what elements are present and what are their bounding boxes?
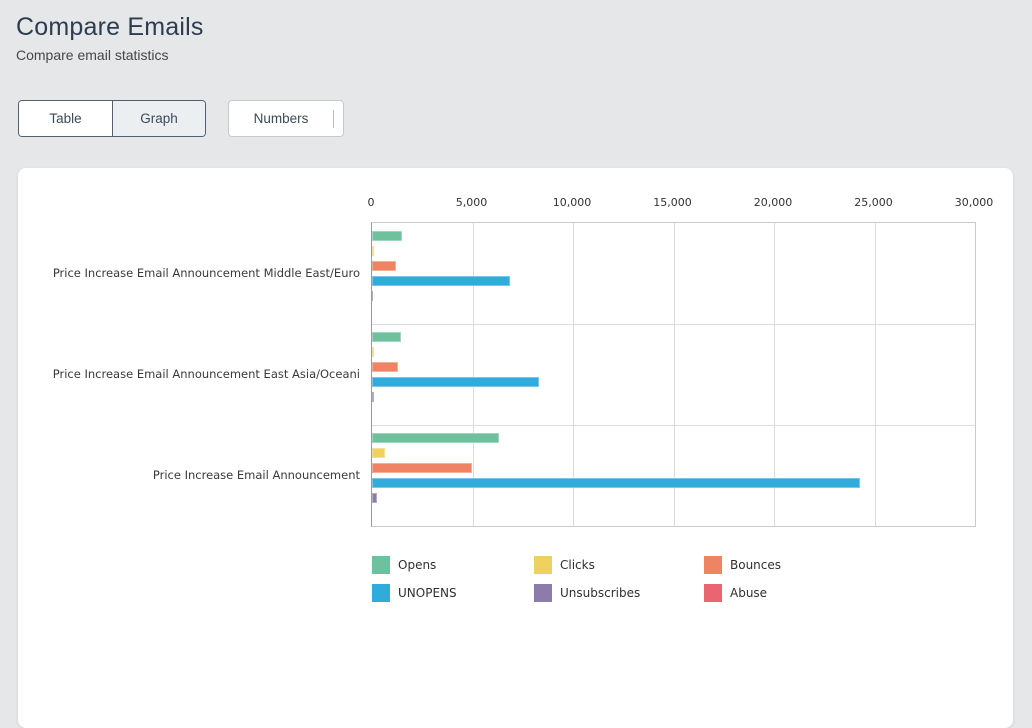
legend-swatch-icon [372, 556, 390, 574]
bar-unopens[interactable] [372, 478, 860, 488]
x-axis-tick-label: 25,000 [854, 196, 893, 209]
bar-bounces[interactable] [372, 362, 398, 372]
table-button[interactable]: Table [19, 101, 112, 136]
bar-chart-plot-area [371, 222, 976, 527]
legend-item-unopens[interactable]: UNOPENS [372, 584, 534, 602]
bar-bounces[interactable] [372, 261, 396, 271]
legend-label: Clicks [560, 558, 595, 572]
legend-swatch-icon [372, 584, 390, 602]
x-axis-tick-label: 0 [368, 196, 375, 209]
legend-item-opens[interactable]: Opens [372, 556, 534, 574]
legend-label: Abuse [730, 586, 767, 600]
numbers-button[interactable]: Numbers [228, 100, 344, 137]
bar-unopens[interactable] [372, 276, 510, 286]
bar-unsubscribes[interactable] [372, 392, 374, 402]
legend-item-abuse[interactable]: Abuse [704, 584, 884, 602]
x-axis-tick-label: 15,000 [653, 196, 692, 209]
bar-opens[interactable] [372, 433, 499, 443]
bar-unopens[interactable] [372, 377, 539, 387]
bar-opens[interactable] [372, 231, 402, 241]
legend-label: Bounces [730, 558, 781, 572]
category-label: Price Increase Email Announcement Middle… [18, 266, 360, 280]
bar-clicks[interactable] [372, 347, 374, 357]
legend-swatch-icon [534, 556, 552, 574]
legend-swatch-icon [534, 584, 552, 602]
bar-bounces[interactable] [372, 463, 472, 473]
page-subtitle: Compare email statistics [16, 47, 169, 63]
bar-clicks[interactable] [372, 246, 374, 256]
category-label: Price Increase Email Announcement [18, 468, 360, 482]
legend-item-bounces[interactable]: Bounces [704, 556, 884, 574]
legend-swatch-icon [704, 556, 722, 574]
gridline-vertical [875, 223, 876, 526]
bar-opens[interactable] [372, 332, 401, 342]
gridline-horizontal [372, 425, 975, 426]
legend-item-unsubscribes[interactable]: Unsubscribes [534, 584, 704, 602]
graph-button[interactable]: Graph [112, 101, 205, 136]
bar-clicks[interactable] [372, 448, 385, 458]
legend-label: UNOPENS [398, 586, 457, 600]
x-axis-tick-label: 5,000 [456, 196, 488, 209]
bar-unsubscribes[interactable] [372, 493, 377, 503]
page-title: Compare Emails [16, 13, 204, 42]
chart-legend: Opens Clicks Bounces UNOPENS Unsubscribes Abu… [372, 556, 884, 602]
numbers-button-label: Numbers [229, 111, 333, 126]
table-graph-toggle: Table Graph [18, 100, 206, 137]
legend-label: Unsubscribes [560, 586, 640, 600]
x-axis-tick-label: 10,000 [553, 196, 592, 209]
legend-label: Opens [398, 558, 436, 572]
legend-item-clicks[interactable]: Clicks [534, 556, 704, 574]
chart-card: 0 5,000 10,000 15,000 20,000 25,000 30,000 Pri… [18, 168, 1013, 728]
x-axis-tick-label: 20,000 [754, 196, 793, 209]
button-divider [333, 110, 334, 128]
view-toolbar: Table Graph Numbers [18, 100, 344, 137]
bar-unsubscribes[interactable] [372, 291, 373, 301]
legend-swatch-icon [704, 584, 722, 602]
x-axis-tick-label: 30,000 [955, 196, 994, 209]
gridline-horizontal [372, 324, 975, 325]
category-label: Price Increase Email Announcement East A… [18, 367, 360, 381]
